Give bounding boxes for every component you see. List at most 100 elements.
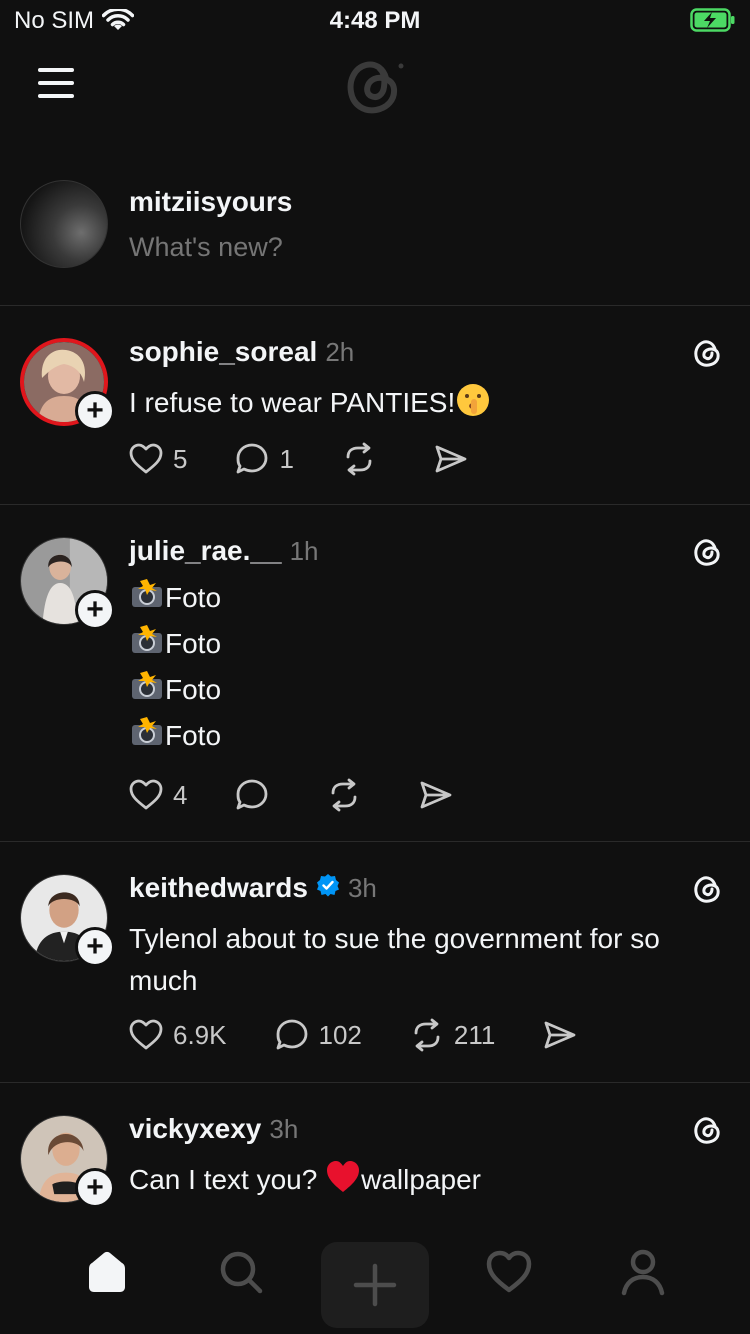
reply-bubble-icon [276,1019,307,1050]
repost-button[interactable] [325,776,371,814]
share-button[interactable] [417,776,455,814]
repost-count: 211 [453,1019,496,1050]
post-avatar-wrapper: + [20,874,115,967]
follow-button[interactable]: + [75,927,115,967]
post-card[interactable]: + sophie_soreal 2h I refuse to wear PANT… [0,306,750,505]
reply-count: 1 [279,443,294,474]
bottom-tab-bar [0,1210,750,1334]
post-actions: 6.9K 102 211 [127,1016,625,1054]
repost-icon [346,442,372,476]
post-username[interactable]: vickyxexy [129,1113,261,1145]
repost-button[interactable]: 211 [408,1016,495,1054]
verified-badge-icon [316,874,339,897]
post-avatar-wrapper: + [20,537,115,630]
threads-mark-icon[interactable] [690,872,724,906]
post-text-line: I refuse to wear PANTIES! [129,387,456,418]
reply-button[interactable] [233,776,279,814]
send-icon [544,1021,576,1049]
post-text: Foto Foto Foto Foto [129,575,729,759]
status-bar: No SIM 4:48 PM [0,0,750,42]
shushing-face-emoji-icon [457,384,490,416]
red-heart-emoji-icon [327,1161,360,1192]
post-header: keithedwards 3h [129,872,377,904]
post-text: I refuse to wear PANTIES! [129,382,729,424]
post-username[interactable]: julie_rae.__ [129,535,282,567]
follow-button[interactable]: + [75,1168,115,1208]
menu-icon[interactable] [38,68,74,98]
profile-icon [621,1249,665,1296]
search-icon [220,1251,263,1294]
tab-activity[interactable] [481,1244,537,1300]
post-avatar-wrapper: + [20,1115,115,1208]
camera-with-flash-emoji-icon [132,625,162,653]
post-text-line-label: Foto [165,582,222,613]
battery-charging-icon [690,8,735,32]
share-button[interactable] [432,440,470,478]
reply-bubble-icon [237,779,268,810]
activity-icon [486,1250,532,1293]
new-thread-composer[interactable]: mitziisyours [0,160,750,306]
composer-username: mitziisyours [129,186,293,217]
post-text-line: much [129,965,198,996]
post-card[interactable]: + keithedwards 3h Tylenol about to sue t… [0,842,750,1083]
reply-button[interactable]: 1 [233,440,294,478]
share-button[interactable] [541,1016,579,1054]
post-text: Tylenol about to sue the government for … [129,918,729,1002]
post-username[interactable]: keithedwards [129,872,308,904]
post-text-line: Foto [129,667,729,713]
post-username[interactable]: sophie_soreal [129,336,317,368]
post-text-line: Foto [129,713,729,759]
follow-button[interactable]: + [75,590,115,630]
create-icon [353,1263,397,1307]
clock: 4:48 PM [329,7,421,34]
repost-icon [332,778,357,812]
post-text-line: Foto [129,621,729,667]
like-button[interactable]: 6.9K [127,1016,227,1054]
like-button[interactable]: 5 [127,440,187,478]
camera-with-flash-emoji-icon [132,579,162,607]
post-card[interactable]: + julie_rae.__ 1h Foto Foto Foto Foto 4 [0,505,750,842]
post-timestamp: 3h [269,1114,299,1144]
post-text-line: Foto [129,575,729,621]
reply-bubble-icon [237,443,268,474]
repost-button[interactable] [340,440,386,478]
tab-search[interactable] [213,1244,269,1300]
reply-button[interactable]: 102 [273,1016,362,1054]
post-actions: 4 [127,776,501,814]
follow-button[interactable]: + [75,391,115,431]
threads-mark-icon[interactable] [690,336,724,370]
post-header: vickyxexy 3h [129,1113,298,1145]
threads-mark-icon[interactable] [690,1113,724,1147]
whats-new-input[interactable] [129,232,629,263]
camera-with-flash-emoji-icon [132,717,162,745]
send-icon [421,781,452,809]
post-timestamp: 1h [289,536,319,566]
tab-profile[interactable] [615,1244,671,1300]
threads-feed-screen: No SIM 4:48 PM mitziisyours What's new? … [0,0,750,1334]
post-actions: 5 1 [127,440,516,478]
tab-home[interactable] [79,1244,135,1300]
post-text: Can I text you? wallpaper [129,1159,729,1201]
camera-with-flash-emoji-icon [132,671,162,699]
post-header: sophie_soreal 2h [129,336,354,368]
tab-create[interactable] [321,1242,429,1328]
home-icon [89,1251,125,1292]
post-text-line-label: Foto [165,674,222,705]
post-text-line-label: Foto [165,720,222,751]
post-text-part: wallpaper [361,1164,481,1195]
send-icon [435,445,467,473]
post-header: julie_rae.__ 1h [129,535,318,567]
post-text-part: Can I text you? [129,1164,318,1195]
like-count: 6.9K [173,1019,227,1050]
threads-mark-icon[interactable] [690,535,724,569]
like-button[interactable]: 4 [127,776,187,814]
my-avatar[interactable] [20,180,108,268]
like-count: 5 [173,443,188,474]
heart-icon [129,443,163,474]
reply-count: 102 [318,1019,362,1050]
threads-logo[interactable] [341,52,407,118]
post-text-line-label: Foto [165,628,222,659]
post-avatar-wrapper: + [20,338,115,431]
like-count: 4 [173,779,188,810]
heart-icon [129,1019,163,1050]
